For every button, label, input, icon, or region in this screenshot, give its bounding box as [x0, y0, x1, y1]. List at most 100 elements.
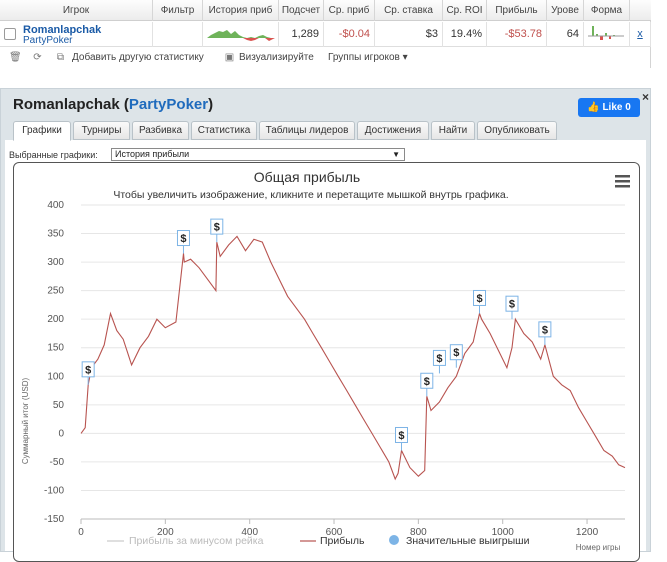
chart-legend: Прибыль за минусом рейка Прибыль Значитель…: [107, 535, 530, 547]
profit-history-sparkline: [207, 30, 275, 41]
tab-charts[interactable]: Графики: [13, 121, 71, 141]
y-tick-label: 50: [53, 400, 65, 411]
big-win-marker: $: [538, 321, 552, 345]
column-header-filter[interactable]: Фильтр: [153, 0, 203, 21]
y-tick-label: -50: [50, 457, 65, 468]
visualize-button[interactable]: Визуализируйте: [239, 52, 314, 63]
chart-subtitle: Чтобы увеличить изображение, кликните и …: [113, 189, 508, 201]
tab-publish[interactable]: Опубликовать: [477, 121, 557, 140]
legend-rake-label: Прибыль за минусом рейка: [129, 535, 264, 547]
form-sparkline: [588, 26, 624, 40]
big-win-label: $: [476, 293, 482, 305]
facebook-like-button[interactable]: 👍 Like 0: [578, 98, 640, 117]
legend-profit-label: Прибыль: [320, 535, 365, 547]
close-icon[interactable]: ×: [642, 90, 649, 104]
y-axis-title: Суммарный итог (USD): [21, 378, 30, 465]
tab-leaderboards[interactable]: Таблицы лидеров: [259, 121, 355, 140]
legend-bigwin-swatch: [389, 535, 399, 545]
profit-cell: -$53.78: [487, 22, 547, 47]
x-tick-label: 0: [78, 527, 84, 538]
column-header-avg-stake[interactable]: Ср. ставка: [375, 0, 443, 21]
player-select-checkbox[interactable]: [4, 28, 16, 40]
profit-history-cell: [203, 22, 279, 47]
profit-chart[interactable]: Общая прибыль Чтобы увеличить изображени…: [14, 163, 640, 562]
player-profile-panel: Romanlapchak (PartyPoker) 👍 Like 0 × Гра…: [0, 88, 651, 562]
column-header-level[interactable]: Урове: [547, 0, 584, 21]
chart-grid: [81, 204, 625, 520]
column-header-profit-history[interactable]: История приб: [203, 0, 279, 21]
y-tick-label: -100: [44, 485, 64, 496]
y-tick-label: 200: [47, 314, 64, 325]
dropdown-arrow-icon: ▼: [392, 150, 400, 159]
big-win-marker: $: [420, 372, 434, 397]
big-win-label: $: [542, 324, 548, 336]
big-win-marker: $: [505, 295, 519, 320]
avg-profit-cell: -$0.04: [324, 22, 375, 47]
player-groups-dropdown[interactable]: Группы игроков ▾: [328, 52, 408, 63]
x-axis-title: Номер игры: [576, 543, 621, 552]
chart-icon: ▣: [224, 52, 235, 63]
column-header-profit[interactable]: Прибыль: [487, 0, 547, 21]
count-cell: 1,289: [279, 22, 324, 47]
filter-cell: [153, 22, 203, 47]
player-site-link[interactable]: PartyPoker: [23, 35, 72, 46]
x-tick-label: 1200: [576, 527, 599, 538]
y-tick-label: 300: [47, 257, 64, 268]
big-win-label: $: [398, 430, 404, 442]
big-win-label: $: [453, 347, 459, 359]
add-stats-button[interactable]: Добавить другую статистику: [72, 52, 204, 63]
column-header-count[interactable]: Подсчет: [279, 0, 324, 21]
player-groups-label: Группы игроков: [328, 52, 400, 63]
panel-player-name: Romanlapchak: [13, 96, 120, 113]
chart-title: Общая прибыль: [254, 169, 360, 185]
chart-menu-icon[interactable]: [615, 175, 630, 188]
panel-title: Romanlapchak (PartyPoker): [13, 96, 214, 113]
y-tick-label: 400: [47, 200, 64, 211]
big-win-marker: $: [210, 218, 224, 243]
y-tick-label: 100: [47, 371, 64, 382]
column-header-form[interactable]: Форма: [584, 0, 630, 21]
form-cell: [584, 22, 630, 47]
avg-stake-cell: $3: [375, 22, 443, 47]
profit-line: [80, 235, 626, 481]
y-tick-label: 250: [47, 286, 64, 297]
y-tick-label: 350: [47, 229, 64, 240]
profit-chart-container[interactable]: Общая прибыль Чтобы увеличить изображени…: [13, 162, 640, 562]
avg-roi-cell: 19.4%: [443, 22, 487, 47]
big-win-label: $: [424, 376, 430, 388]
tab-statistics[interactable]: Статистика: [191, 121, 257, 140]
trash-icon[interactable]: 🗑: [9, 52, 22, 63]
tab-tournaments[interactable]: Турниры: [73, 121, 130, 140]
chart-selector-value: История прибыли: [115, 149, 190, 159]
big-win-label: $: [509, 299, 515, 311]
remove-player-button[interactable]: x: [630, 22, 651, 47]
big-win-marker: $: [432, 349, 446, 374]
stats-toolbar: 🗑 ⟳ ⧉ Добавить другую статистику ▣ Визуа…: [0, 48, 651, 68]
y-tick-label: 0: [58, 428, 64, 439]
y-axis-ticks: 400 350 300 250 200 150 100 50 0 -50 -100 -150: [44, 200, 64, 525]
tab-breakdown[interactable]: Разбивка: [132, 121, 189, 140]
big-win-label: $: [436, 353, 442, 365]
big-win-marker: $: [473, 289, 487, 314]
table-header-row: Игрок Фильтр История приб Подсчет Ср. пр…: [0, 0, 651, 21]
tab-achievements[interactable]: Достижения: [357, 121, 429, 140]
tab-find[interactable]: Найти: [431, 121, 475, 140]
legend-bigwin-label: Значительные выигрыши: [406, 535, 530, 547]
big-win-label: $: [214, 222, 220, 234]
column-header-player[interactable]: Игрок: [0, 0, 153, 21]
panel-site-link[interactable]: PartyPoker: [129, 96, 208, 113]
player-stats-table: Игрок Фильтр История приб Подсчет Ср. пр…: [0, 0, 651, 68]
column-header-avg-roi[interactable]: Ср. ROI: [443, 0, 487, 21]
refresh-icon[interactable]: ⟳: [32, 52, 43, 63]
chart-selector-label: Выбранные графики:: [9, 150, 98, 160]
level-cell: 64: [547, 22, 584, 47]
big-win-marker: $: [81, 361, 95, 385]
chart-selector-dropdown[interactable]: История прибыли ▼: [111, 148, 405, 161]
like-label: Like 0: [602, 102, 631, 113]
big-win-label: $: [85, 364, 91, 376]
thumbs-up-icon: 👍: [587, 102, 600, 113]
big-win-markers: $ $ $ $ $ $ $ $ $ $: [81, 218, 552, 451]
add-stats-icon: ⧉: [56, 52, 65, 63]
big-win-label: $: [180, 233, 186, 245]
column-header-avg-profit[interactable]: Ср. приб: [324, 0, 375, 21]
